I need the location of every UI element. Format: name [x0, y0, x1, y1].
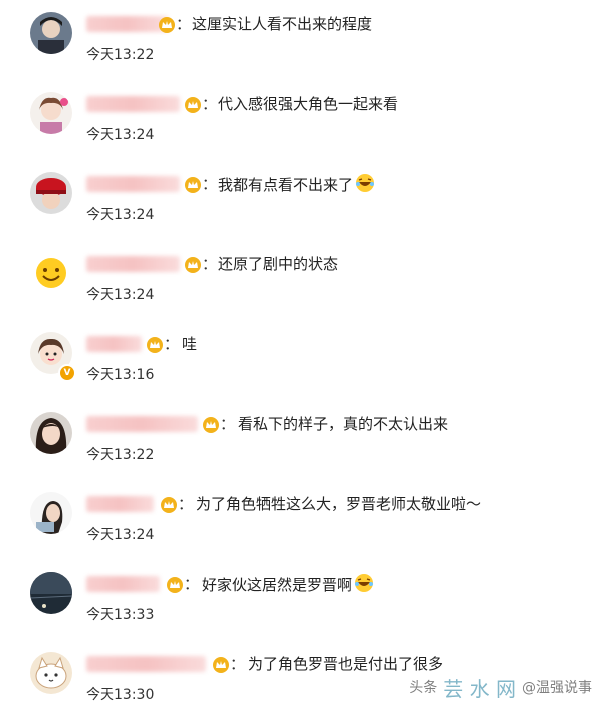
crown-icon — [161, 497, 177, 513]
avatar[interactable] — [30, 412, 72, 454]
colon: ： — [184, 575, 200, 593]
avatar[interactable] — [30, 572, 72, 614]
comment-text: 代入感很强大角色一起来看 — [218, 95, 399, 113]
username-blurred[interactable] — [86, 96, 180, 112]
colon: ： — [202, 95, 218, 113]
watermark: 头条 芸 水 网 @温强说事 — [409, 672, 592, 702]
comment-item: ： 这厘实让人看不出来的程度 今天13:22 — [0, 2, 600, 82]
comment-item: ： 我都有点看不出来了 今天13:24 — [0, 162, 600, 242]
crown-icon — [185, 97, 201, 113]
comment-text: 这厘实让人看不出来的程度 — [192, 15, 373, 33]
comment-item: ： 还原了剧中的状态 今天13:24 — [0, 242, 600, 322]
crown-icon — [147, 337, 163, 353]
username-blurred[interactable] — [86, 16, 168, 32]
comment-text: 好家伙这居然是罗晋啊 — [202, 573, 374, 595]
verified-badge: V — [58, 364, 76, 382]
username-blurred[interactable] — [86, 656, 206, 672]
comment-time: 今天13:30 — [86, 687, 155, 703]
colon: ： — [164, 335, 180, 353]
avatar[interactable] — [30, 12, 72, 54]
comment-item: ： 为了角色牺牲这么大，罗晋老师太敬业啦～ 今天13:24 — [0, 482, 600, 562]
laugh-emoji-icon — [355, 574, 374, 592]
avatar[interactable] — [30, 492, 72, 534]
avatar[interactable] — [30, 652, 72, 694]
comment-item: ： 代入感很强大角色一起来看 今天13:24 — [0, 82, 600, 162]
comment-text: 为了角色罗晋也是付出了很多 — [248, 655, 444, 673]
watermark-tag: 头条 — [409, 680, 438, 696]
crown-icon — [159, 17, 175, 33]
comment-time: 今天13:22 — [86, 47, 155, 63]
colon: ： — [220, 415, 236, 433]
comment-text: 哇 — [182, 335, 198, 353]
comment-time: 今天13:22 — [86, 447, 155, 463]
watermark-site: 芸 水 网 — [443, 676, 516, 701]
colon: ： — [230, 655, 246, 673]
username-blurred[interactable] — [86, 176, 180, 192]
comment-item: ： 看私下的样子，真的不太认出来 今天13:22 — [0, 402, 600, 482]
comment-time: 今天13:24 — [86, 207, 155, 223]
crown-icon — [213, 657, 229, 673]
comment-text: 为了角色牺牲这么大，罗晋老师太敬业啦～ — [196, 495, 482, 513]
comment-text: 看私下的样子，真的不太认出来 — [238, 415, 449, 433]
colon: ： — [202, 175, 218, 193]
username-blurred[interactable] — [86, 576, 160, 592]
colon: ： — [178, 495, 194, 513]
comment-text: 还原了剧中的状态 — [218, 255, 339, 273]
colon: ： — [202, 255, 218, 273]
username-blurred[interactable] — [86, 416, 198, 432]
username-blurred[interactable] — [86, 336, 142, 352]
avatar[interactable] — [30, 172, 72, 214]
crown-icon — [185, 257, 201, 273]
avatar[interactable] — [30, 92, 72, 134]
comment-text: 我都有点看不出来了 — [218, 173, 375, 195]
laugh-emoji-icon — [356, 174, 375, 192]
comment-time: 今天13:24 — [86, 287, 155, 303]
crown-icon — [185, 177, 201, 193]
comment-time: 今天13:33 — [86, 607, 155, 623]
watermark-user: @温强说事 — [522, 680, 592, 696]
avatar[interactable] — [30, 252, 72, 294]
crown-icon — [167, 577, 183, 593]
comment-item: ： 好家伙这居然是罗晋啊 今天13:33 — [0, 562, 600, 642]
comment-time: 今天13:24 — [86, 527, 155, 543]
comment-time: 今天13:24 — [86, 127, 155, 143]
comment-item: V ： 哇 今天13:16 — [0, 322, 600, 402]
comment-time: 今天13:16 — [86, 367, 155, 383]
crown-icon — [203, 417, 219, 433]
username-blurred[interactable] — [86, 496, 154, 512]
username-blurred[interactable] — [86, 256, 180, 272]
colon: ： — [176, 15, 192, 33]
